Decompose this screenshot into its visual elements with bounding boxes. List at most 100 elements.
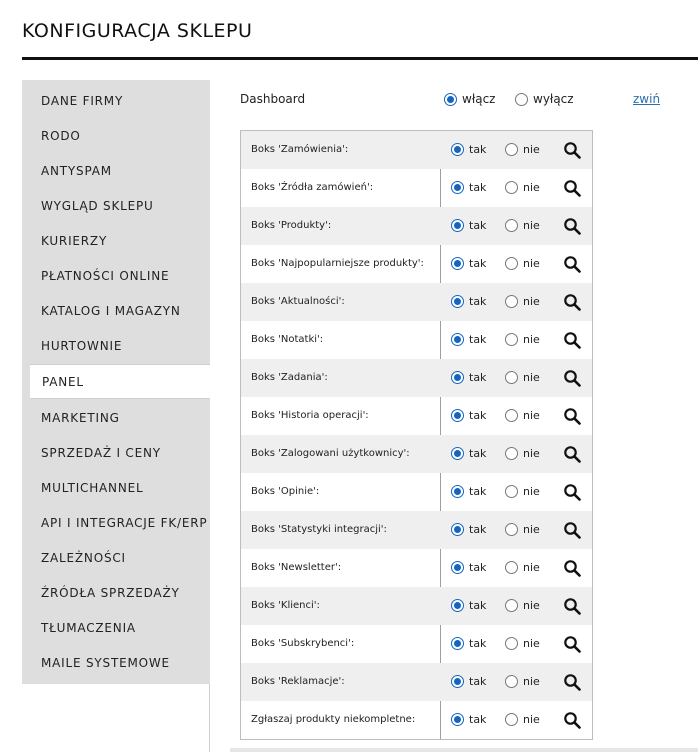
row-no-option[interactable]: nie	[505, 561, 540, 574]
search-icon[interactable]	[563, 635, 581, 653]
row-yes-radio[interactable]	[451, 561, 464, 574]
search-icon[interactable]	[563, 179, 581, 197]
row-no-radio[interactable]	[505, 447, 518, 460]
row-no-option[interactable]: nie	[505, 447, 540, 460]
search-icon[interactable]	[563, 711, 581, 729]
search-icon[interactable]	[563, 521, 581, 539]
row-no-option[interactable]: nie	[505, 181, 540, 194]
row-yes-radio[interactable]	[451, 257, 464, 270]
row-yes-radio[interactable]	[451, 523, 464, 536]
sidebar-item[interactable]: HURTOWNIE	[22, 329, 210, 364]
row-yes-radio[interactable]	[451, 447, 464, 460]
row-yes-radio[interactable]	[451, 371, 464, 384]
row-no-radio[interactable]	[505, 713, 518, 726]
sidebar-item[interactable]: MAILE SYSTEMOWE	[22, 646, 210, 681]
row-no-option[interactable]: nie	[505, 675, 540, 688]
row-no-option[interactable]: nie	[505, 219, 540, 232]
sidebar-item[interactable]: MULTICHANNEL	[22, 471, 210, 506]
search-icon[interactable]	[563, 407, 581, 425]
dashboard-off-radio[interactable]	[515, 92, 528, 106]
search-icon[interactable]	[563, 597, 581, 615]
row-no-option[interactable]: nie	[505, 257, 540, 270]
row-yes-option[interactable]: tak	[451, 485, 486, 498]
row-yes-radio[interactable]	[451, 485, 464, 498]
sidebar-item[interactable]: SPRZEDAŻ I CENY	[22, 436, 210, 471]
row-yes-radio[interactable]	[451, 181, 464, 194]
row-no-radio[interactable]	[505, 219, 518, 232]
row-no-option[interactable]: nie	[505, 143, 540, 156]
row-yes-radio[interactable]	[451, 409, 464, 422]
dashboard-on-option[interactable]: włącz	[444, 92, 495, 106]
row-no-radio[interactable]	[505, 181, 518, 194]
row-yes-option[interactable]: tak	[451, 333, 486, 346]
sidebar-item[interactable]: WYGLĄD SKLEPU	[22, 189, 210, 224]
search-icon[interactable]	[563, 483, 581, 501]
search-icon[interactable]	[563, 293, 581, 311]
sidebar-item[interactable]: API I INTEGRACJE FK/ERP	[22, 506, 210, 541]
search-icon[interactable]	[563, 331, 581, 349]
row-yes-radio[interactable]	[451, 333, 464, 346]
sidebar-item[interactable]: MARKETING	[22, 401, 210, 436]
search-icon[interactable]	[563, 445, 581, 463]
search-icon[interactable]	[563, 559, 581, 577]
row-no-radio[interactable]	[505, 599, 518, 612]
dashboard-on-radio[interactable]	[444, 92, 457, 106]
row-yes-radio[interactable]	[451, 219, 464, 232]
row-no-option[interactable]: nie	[505, 409, 540, 422]
row-yes-radio[interactable]	[451, 599, 464, 612]
sidebar-item[interactable]: ŹRÓDŁA SPRZEDAŻY	[22, 576, 210, 611]
row-no-radio[interactable]	[505, 485, 518, 498]
row-yes-option[interactable]: tak	[451, 181, 486, 194]
row-yes-option[interactable]: tak	[451, 295, 486, 308]
row-no-radio[interactable]	[505, 637, 518, 650]
sidebar-item[interactable]: PŁATNOŚCI ONLINE	[22, 259, 210, 294]
search-icon[interactable]	[563, 369, 581, 387]
sidebar-item[interactable]: ANTYSPAM	[22, 154, 210, 189]
row-yes-option[interactable]: tak	[451, 409, 486, 422]
row-no-option[interactable]: nie	[505, 371, 540, 384]
search-icon[interactable]	[563, 141, 581, 159]
row-no-radio[interactable]	[505, 561, 518, 574]
row-no-option[interactable]: nie	[505, 637, 540, 650]
row-yes-option[interactable]: tak	[451, 219, 486, 232]
row-no-option[interactable]: nie	[505, 333, 540, 346]
row-yes-option[interactable]: tak	[451, 143, 486, 156]
row-yes-option[interactable]: tak	[451, 675, 486, 688]
row-no-radio[interactable]	[505, 143, 518, 156]
sidebar-item[interactable]: RODO	[22, 119, 210, 154]
row-no-option[interactable]: nie	[505, 523, 540, 536]
row-yes-radio[interactable]	[451, 637, 464, 650]
row-yes-radio[interactable]	[451, 295, 464, 308]
sidebar-item[interactable]: KURIERZY	[22, 224, 210, 259]
search-icon[interactable]	[563, 217, 581, 235]
row-yes-radio[interactable]	[451, 143, 464, 156]
row-no-radio[interactable]	[505, 295, 518, 308]
row-yes-radio[interactable]	[451, 675, 464, 688]
sidebar-item[interactable]: KATALOG I MAGAZYN	[22, 294, 210, 329]
row-no-radio[interactable]	[505, 523, 518, 536]
row-no-radio[interactable]	[505, 675, 518, 688]
search-icon[interactable]	[563, 255, 581, 273]
sidebar-item[interactable]: PANEL	[30, 364, 210, 399]
sidebar-item[interactable]: DANE FIRMY	[22, 84, 210, 119]
row-no-radio[interactable]	[505, 371, 518, 384]
row-no-option[interactable]: nie	[505, 295, 540, 308]
row-no-option[interactable]: nie	[505, 713, 540, 726]
row-no-radio[interactable]	[505, 257, 518, 270]
row-yes-option[interactable]: tak	[451, 371, 486, 384]
row-no-radio[interactable]	[505, 333, 518, 346]
row-no-radio[interactable]	[505, 409, 518, 422]
row-no-option[interactable]: nie	[505, 599, 540, 612]
row-yes-option[interactable]: tak	[451, 599, 486, 612]
sidebar-item[interactable]: TŁUMACZENIA	[22, 611, 210, 646]
row-yes-option[interactable]: tak	[451, 447, 486, 460]
row-yes-option[interactable]: tak	[451, 637, 486, 650]
row-yes-option[interactable]: tak	[451, 257, 486, 270]
row-yes-option[interactable]: tak	[451, 713, 486, 726]
search-icon[interactable]	[563, 673, 581, 691]
row-yes-option[interactable]: tak	[451, 523, 486, 536]
row-yes-radio[interactable]	[451, 713, 464, 726]
sidebar-item[interactable]: ZALEŻNOŚCI	[22, 541, 210, 576]
dashboard-off-option[interactable]: wyłącz	[515, 92, 574, 106]
row-yes-option[interactable]: tak	[451, 561, 486, 574]
